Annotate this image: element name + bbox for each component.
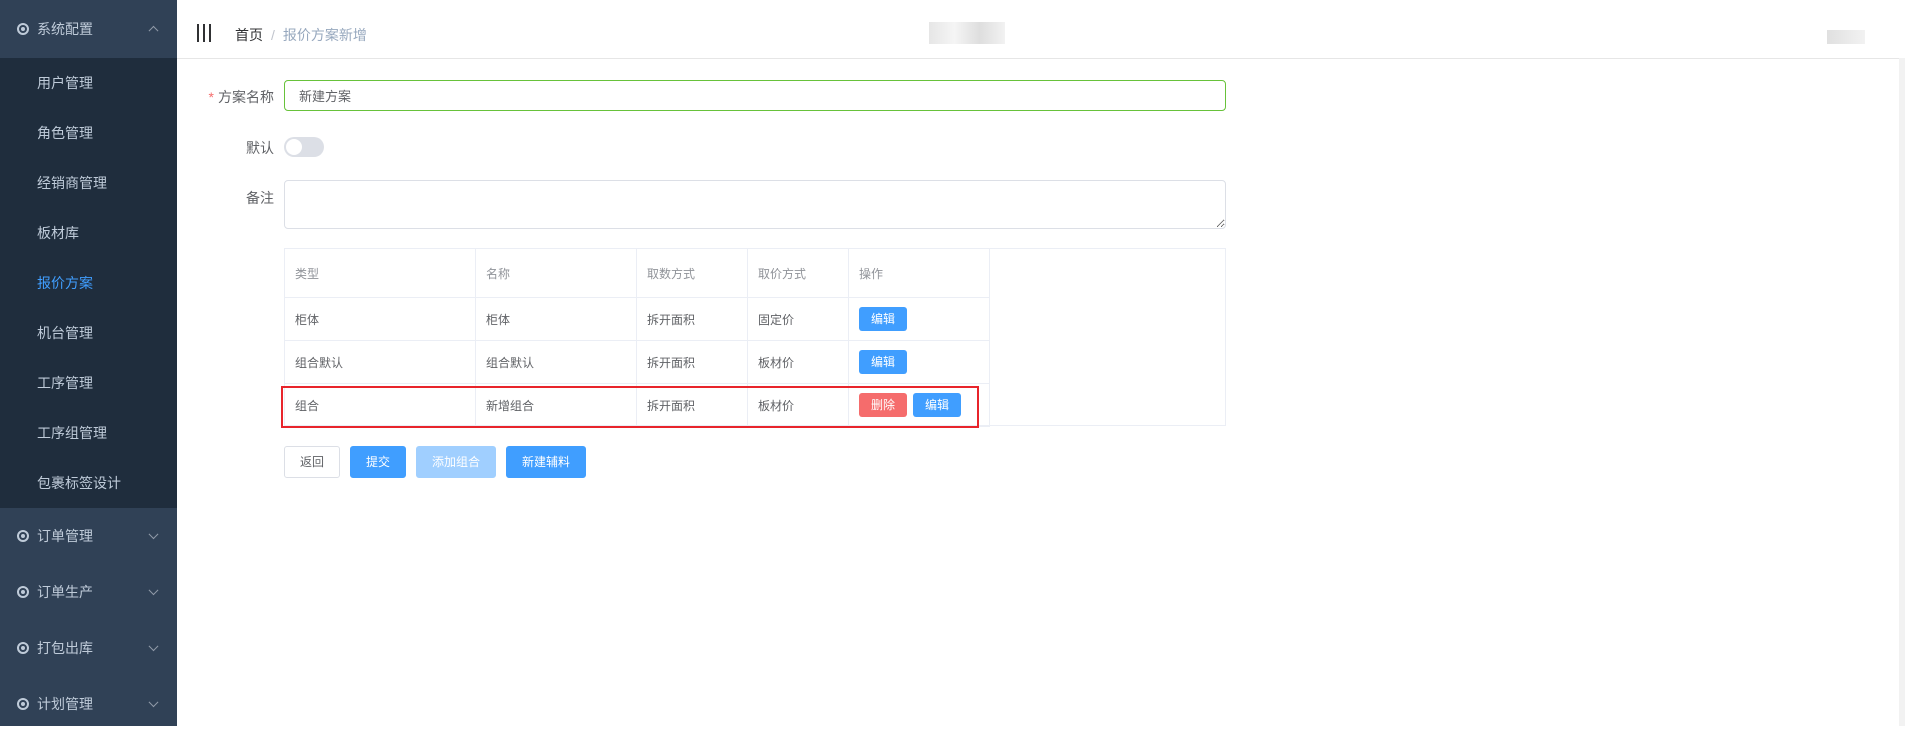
breadcrumb-current: 报价方案新增 bbox=[282, 27, 367, 43]
chevron-down-icon bbox=[148, 529, 159, 540]
chevron-down-icon bbox=[148, 585, 159, 596]
table-header-row: 类型 名称 取数方式 取价方式 操作 bbox=[285, 249, 990, 298]
edit-button[interactable]: 编辑 bbox=[859, 350, 908, 374]
menu-group-planning[interactable]: 计划管理 bbox=[0, 676, 177, 732]
menu-group-label: 系统配置 bbox=[37, 21, 93, 37]
scrollbar[interactable] bbox=[1899, 58, 1905, 726]
chevron-down-icon bbox=[148, 697, 159, 708]
cell-count-mode: 拆开面积 bbox=[636, 297, 748, 341]
cell-price-mode: 固定价 bbox=[747, 297, 849, 341]
form-actions: 返回 提交 添加组合 新建辅料 bbox=[284, 446, 587, 478]
sidebar-item-package-label[interactable]: 包裹标签设计 bbox=[0, 458, 177, 508]
gear-icon bbox=[17, 530, 29, 542]
cell-actions: 删除 编辑 bbox=[848, 383, 990, 427]
table-row: 组合默认 组合默认 拆开面积 板材价 编辑 bbox=[285, 340, 990, 384]
breadcrumb-separator: / bbox=[271, 27, 275, 43]
cell-actions: 编辑 bbox=[848, 297, 990, 341]
gear-icon bbox=[17, 698, 29, 710]
header-type: 类型 bbox=[285, 249, 476, 298]
new-accessory-button[interactable]: 新建辅料 bbox=[506, 446, 587, 478]
switch-knob bbox=[286, 139, 302, 155]
default-label: 默认 bbox=[246, 140, 274, 156]
delete-button[interactable]: 删除 bbox=[859, 393, 908, 417]
redacted-area bbox=[929, 22, 1005, 44]
gear-icon bbox=[17, 642, 29, 654]
menu-group-production[interactable]: 订单生产 bbox=[0, 564, 177, 620]
breadcrumb-home[interactable]: 首页 bbox=[235, 27, 263, 43]
menu-group-label: 计划管理 bbox=[37, 696, 93, 712]
sidebar-item-processes[interactable]: 工序管理 bbox=[0, 358, 177, 408]
hamburger-icon[interactable] bbox=[197, 24, 211, 42]
cell-type: 组合 bbox=[285, 383, 476, 427]
submit-button[interactable]: 提交 bbox=[350, 446, 407, 478]
sidebar-item-quote-plan[interactable]: 报价方案 bbox=[0, 258, 177, 308]
combo-table: 类型 名称 取数方式 取价方式 操作 柜体 柜体 拆开面积 固定价 编辑 组合默… bbox=[284, 248, 1226, 427]
table-row: 柜体 柜体 拆开面积 固定价 编辑 bbox=[285, 297, 990, 341]
cell-price-mode: 板材价 bbox=[747, 383, 849, 427]
header-count-mode: 取数方式 bbox=[636, 249, 748, 298]
cell-actions: 编辑 bbox=[848, 340, 990, 384]
name-label: * 方案名称 bbox=[208, 89, 274, 105]
cell-price-mode: 板材价 bbox=[747, 340, 849, 384]
back-button[interactable]: 返回 bbox=[284, 446, 341, 478]
menu-group-orders[interactable]: 订单管理 bbox=[0, 508, 177, 564]
cell-name: 新增组合 bbox=[475, 383, 637, 427]
cell-name: 柜体 bbox=[475, 297, 637, 341]
menu-group-label: 订单生产 bbox=[37, 584, 93, 600]
plan-name-input[interactable] bbox=[284, 80, 1226, 111]
chevron-up-icon bbox=[148, 25, 159, 36]
gear-icon bbox=[17, 586, 29, 598]
sidebar-item-process-groups[interactable]: 工序组管理 bbox=[0, 408, 177, 458]
breadcrumb: 首页 / 报价方案新增 bbox=[235, 25, 367, 45]
cell-name: 组合默认 bbox=[475, 340, 637, 384]
table-row: 组合 新增组合 拆开面积 板材价 删除 编辑 bbox=[285, 383, 990, 427]
sidebar: 系统配置 用户管理 角色管理 经销商管理 板材库 报价方案 机台管理 工序管理 … bbox=[0, 0, 177, 726]
sidebar-item-dealers[interactable]: 经销商管理 bbox=[0, 158, 177, 208]
default-switch[interactable] bbox=[284, 137, 324, 157]
header-actions: 操作 bbox=[848, 249, 990, 298]
cell-count-mode: 拆开面积 bbox=[636, 383, 748, 427]
header-name: 名称 bbox=[475, 249, 637, 298]
chevron-down-icon bbox=[148, 641, 159, 652]
add-combo-button[interactable]: 添加组合 bbox=[416, 446, 497, 478]
header-price-mode: 取价方式 bbox=[747, 249, 849, 298]
menu-group-label: 订单管理 bbox=[37, 528, 93, 544]
menu-group-packing[interactable]: 打包出库 bbox=[0, 620, 177, 676]
menu-group-label: 打包出库 bbox=[37, 640, 93, 656]
menu-group-system-config[interactable]: 系统配置 bbox=[0, 0, 177, 58]
sidebar-item-board-library[interactable]: 板材库 bbox=[0, 208, 177, 258]
redacted-user bbox=[1827, 30, 1865, 44]
edit-button[interactable]: 编辑 bbox=[859, 307, 908, 331]
sidebar-item-machines[interactable]: 机台管理 bbox=[0, 308, 177, 358]
edit-button[interactable]: 编辑 bbox=[913, 393, 962, 417]
gear-icon bbox=[17, 23, 29, 35]
navbar: 首页 / 报价方案新增 bbox=[177, 0, 1905, 59]
cell-type: 组合默认 bbox=[285, 340, 476, 384]
sidebar-item-roles[interactable]: 角色管理 bbox=[0, 108, 177, 158]
cell-type: 柜体 bbox=[285, 297, 476, 341]
remark-textarea[interactable] bbox=[284, 180, 1226, 229]
cell-count-mode: 拆开面积 bbox=[636, 340, 748, 384]
sidebar-item-users[interactable]: 用户管理 bbox=[0, 58, 177, 108]
remark-label: 备注 bbox=[246, 190, 274, 206]
submenu: 用户管理 角色管理 经销商管理 板材库 报价方案 机台管理 工序管理 工序组管理… bbox=[0, 58, 177, 508]
